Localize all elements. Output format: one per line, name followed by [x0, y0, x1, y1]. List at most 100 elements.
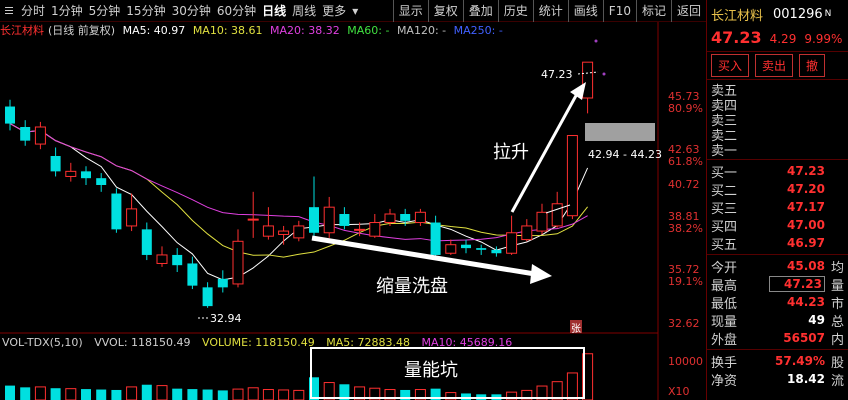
quote-panel: 长江材料 001296 N 47.23 4.29 9.99% 买入 卖出 撤 卖… — [706, 0, 848, 400]
volume-bar — [461, 393, 471, 400]
candle[interactable] — [232, 240, 244, 285]
candle[interactable] — [278, 230, 290, 235]
candle[interactable] — [400, 214, 411, 221]
candle[interactable] — [414, 211, 426, 224]
stats-block: 今开 45.08 均 最高 47.23 量 最低 44.23 市 现量 49 总 外盘 56507… — [707, 255, 848, 350]
candle[interactable] — [369, 222, 381, 237]
candle[interactable] — [20, 127, 31, 141]
stat-row: 外盘 56507 内 — [707, 329, 848, 348]
candle[interactable] — [172, 254, 183, 266]
bid-label: 买四 — [711, 219, 738, 235]
candle[interactable] — [217, 278, 228, 288]
stat-extra: 流 — [831, 373, 845, 389]
price-range-box — [585, 123, 655, 141]
candle[interactable] — [582, 61, 594, 99]
candle[interactable] — [536, 211, 548, 232]
candle[interactable] — [323, 206, 335, 234]
candle[interactable] — [34, 126, 46, 145]
candle[interactable] — [202, 287, 213, 307]
volume-bar — [111, 389, 122, 400]
stock-code: 001296 — [773, 6, 823, 22]
candle[interactable] — [430, 222, 441, 255]
stat-extra: 内 — [831, 332, 845, 348]
candle[interactable] — [309, 207, 319, 233]
cancel-button[interactable]: 撤 — [799, 54, 826, 77]
stat-row: 今开 45.08 均 — [707, 257, 848, 276]
vol-volume: VOLUME: 118150.49 — [202, 336, 315, 349]
volume-bar — [20, 387, 31, 400]
bid-label: 买五 — [711, 237, 738, 253]
candle[interactable] — [521, 225, 533, 241]
candle[interactable] — [50, 156, 61, 172]
volume-bar — [187, 389, 198, 400]
zhang-mark: 张 — [571, 324, 581, 335]
volume-bar — [5, 385, 15, 400]
stat-row: 最低 44.23 市 — [707, 293, 848, 312]
candle[interactable] — [491, 249, 502, 254]
range-price-tag: 42.94 - 44.23 — [588, 148, 662, 161]
buy-button[interactable]: 买入 — [711, 54, 750, 77]
stock-name: 长江材料 — [711, 8, 764, 24]
candle[interactable] — [354, 228, 366, 231]
candle[interactable] — [445, 244, 457, 254]
candle[interactable] — [461, 244, 471, 249]
pct-label: 61.8% — [668, 155, 703, 168]
candle[interactable] — [339, 214, 350, 226]
stat-extra: 量 — [831, 278, 845, 294]
bid-row: 买四 47.00 — [707, 216, 848, 235]
vol-name: VOL-TDX(5,10) — [2, 336, 83, 349]
candle[interactable] — [384, 213, 396, 224]
price-change: 4.29 — [769, 32, 797, 46]
high-price-tag: 47.23 — [541, 68, 573, 81]
bid-label: 买二 — [711, 183, 738, 199]
stat-extra: 总 — [831, 314, 845, 330]
stat-value: 57.49% — [775, 354, 825, 368]
candle[interactable] — [262, 225, 274, 237]
volume-bar — [293, 389, 305, 400]
bid-value: 46.97 — [787, 236, 825, 250]
bid-value: 47.00 — [787, 218, 825, 232]
stat-label: 现量 — [711, 314, 738, 330]
vol-ma5: MA5: 72883.48 — [326, 336, 410, 349]
candle[interactable] — [506, 232, 518, 254]
volume-bar — [232, 388, 244, 400]
bid-value: 47.17 — [787, 200, 825, 214]
candle[interactable] — [81, 171, 91, 179]
candle[interactable] — [187, 263, 198, 286]
volume-bar — [81, 389, 91, 400]
candle[interactable] — [5, 106, 15, 124]
stat-label: 最高 — [711, 278, 738, 294]
price-pct: 9.99% — [804, 32, 843, 46]
stat-value: 18.42 — [787, 372, 825, 386]
stat-value: 49 — [808, 313, 825, 327]
vol-ma10: MA10: 45689.16 — [421, 336, 513, 349]
candle[interactable] — [247, 218, 259, 221]
volume-legend: VOL-TDX(5,10) VVOL: 118150.49 VOLUME: 11… — [2, 336, 520, 350]
candle[interactable] — [551, 203, 563, 227]
pct-label: 38.2% — [668, 222, 703, 235]
candle[interactable] — [111, 193, 122, 230]
stat-label: 外盘 — [711, 332, 738, 348]
candle[interactable] — [126, 208, 138, 227]
candle[interactable] — [293, 225, 305, 239]
candle[interactable] — [476, 248, 487, 250]
trade-actions: 买入 卖出 撤 — [707, 52, 848, 80]
candle[interactable] — [65, 170, 77, 177]
stat-value: 44.23 — [787, 295, 825, 309]
volume-bar — [217, 390, 228, 400]
sell-button[interactable]: 卖出 — [755, 54, 794, 77]
current-price: 47.23 — [711, 28, 762, 47]
bid-value: 47.23 — [787, 164, 825, 178]
vol-vvol: VVOL: 118150.49 — [94, 336, 191, 349]
stat-row: 换手 57.49% 股 — [707, 352, 848, 371]
volume-bar — [96, 389, 107, 400]
candle[interactable] — [141, 229, 152, 255]
candle[interactable] — [156, 254, 168, 264]
stat-row: 最高 47.23 量 — [707, 275, 848, 294]
wash-label: 缩量洗盘 — [376, 276, 448, 297]
ask-book: 卖五 卖四 卖三 卖二 卖一 — [707, 80, 848, 160]
candle[interactable] — [96, 178, 107, 185]
stat-extra: 股 — [831, 355, 845, 371]
volume-bar — [172, 388, 183, 400]
candle[interactable] — [566, 135, 578, 217]
